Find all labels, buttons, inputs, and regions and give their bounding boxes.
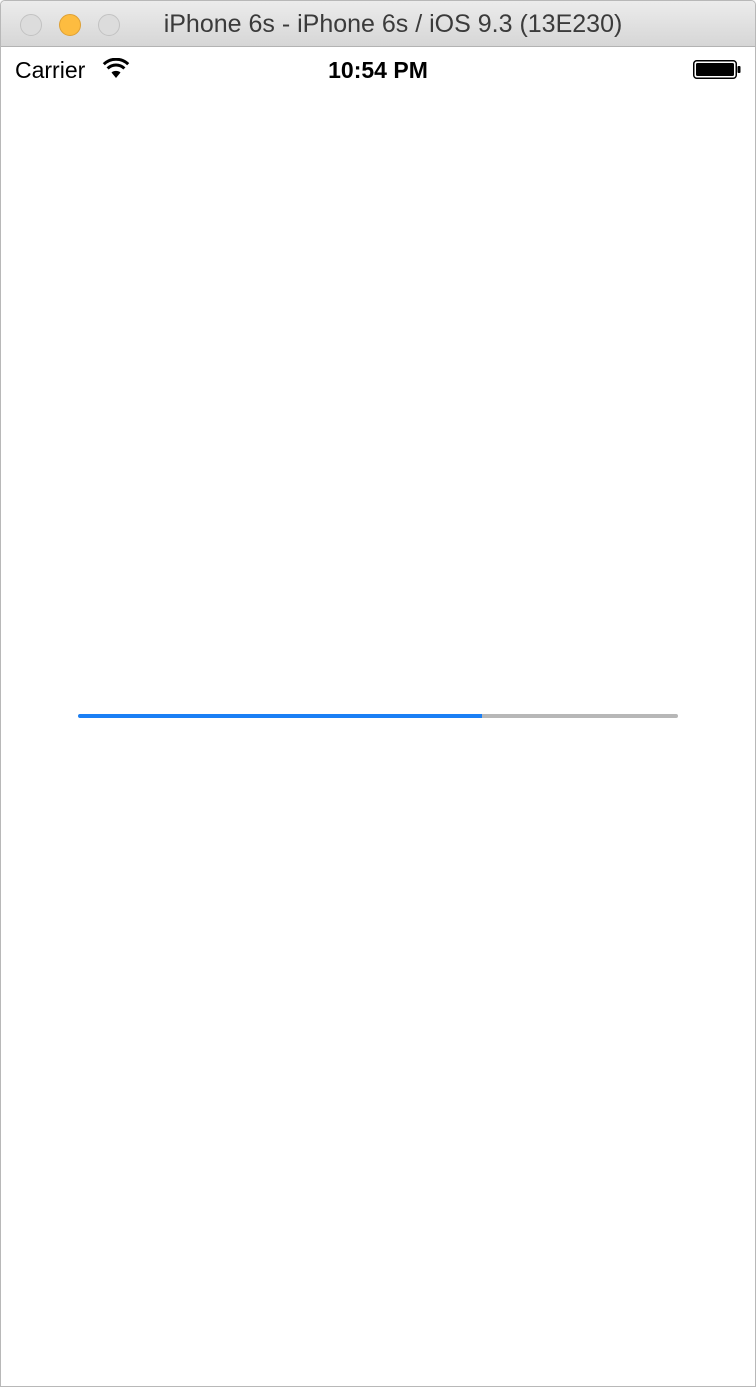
status-time: 10:54 PM — [328, 57, 428, 83]
status-bar: Carrier 10:54 PM — [1, 48, 755, 88]
window-title: iPhone 6s - iPhone 6s / iOS 9.3 (13E230) — [163, 10, 623, 38]
simulator-window: iPhone 6s - iPhone 6s / iOS 9.3 (13E230)… — [0, 0, 756, 1387]
device-screen: Carrier 10:54 PM — [1, 48, 755, 1386]
window-titlebar[interactable]: iPhone 6s - iPhone 6s / iOS 9.3 (13E230) — [1, 1, 755, 47]
progress-bar-fill — [78, 714, 482, 718]
battery-icon — [693, 60, 741, 79]
progress-bar — [78, 714, 678, 718]
